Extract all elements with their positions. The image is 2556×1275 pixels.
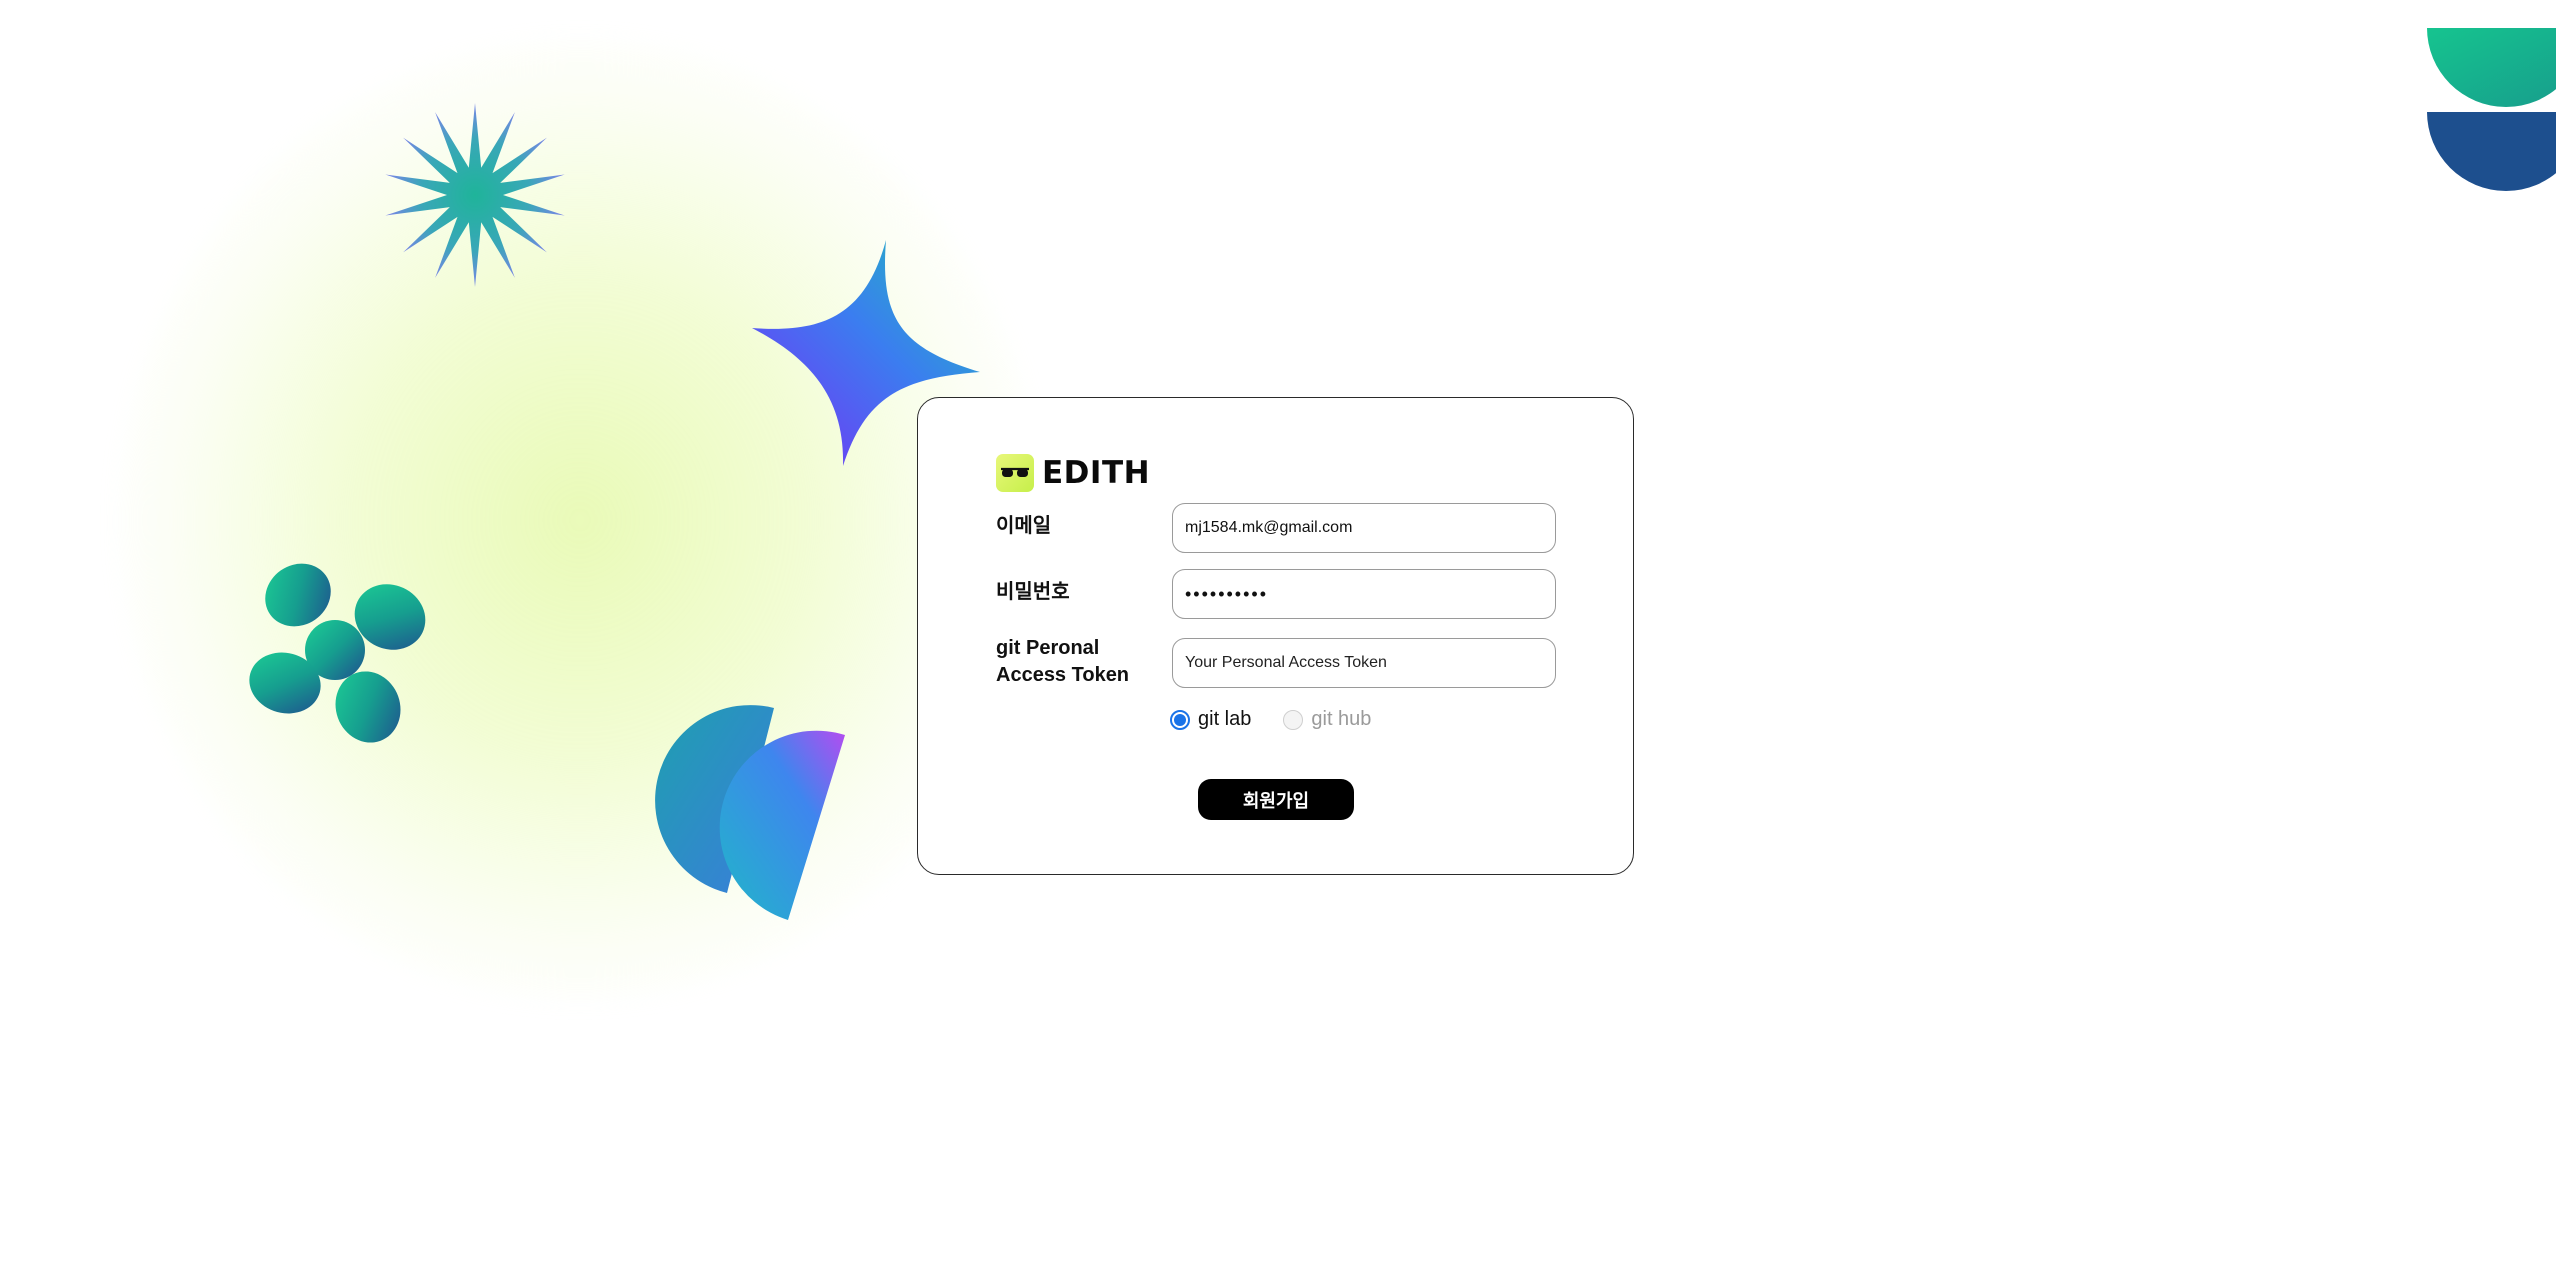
token-label-line1: git Peronal <box>996 637 1100 659</box>
password-field[interactable]: •••••••••• <box>1172 569 1556 619</box>
password-label: 비밀번호 <box>996 581 1070 603</box>
signup-button[interactable]: 회원가입 <box>1198 779 1354 820</box>
signup-card: EDITH 이메일 mj1584.mk@gmail.com 비밀번호 •••••… <box>917 397 1634 875</box>
provider-radio-group: git lab git hub <box>1170 708 1371 731</box>
brand-logo: EDITH <box>996 454 1150 492</box>
github-radio[interactable] <box>1283 709 1304 730</box>
split-circle-shape <box>655 705 845 920</box>
gitlab-radio-label[interactable]: git lab <box>1198 708 1251 731</box>
token-label-line2: Access Token <box>996 664 1130 686</box>
starburst-shape <box>385 103 565 287</box>
email-field[interactable]: mj1584.mk@gmail.com <box>1172 503 1556 553</box>
gitlab-radio[interactable] <box>1170 709 1190 730</box>
flower-shape <box>249 563 426 743</box>
half-circles-shape <box>2427 28 2556 191</box>
brand-name: EDITH <box>1042 455 1151 491</box>
github-radio-label[interactable]: git hub <box>1311 708 1371 731</box>
token-field[interactable]: Your Personal Access Token <box>1172 638 1556 688</box>
background-glow <box>120 40 1040 1000</box>
token-label: git Peronal Access Token <box>996 635 1129 689</box>
email-label: 이메일 <box>996 515 1052 537</box>
glasses-icon <box>996 454 1034 492</box>
signup-page: EDITH 이메일 mj1584.mk@gmail.com 비밀번호 •••••… <box>0 0 2556 1275</box>
